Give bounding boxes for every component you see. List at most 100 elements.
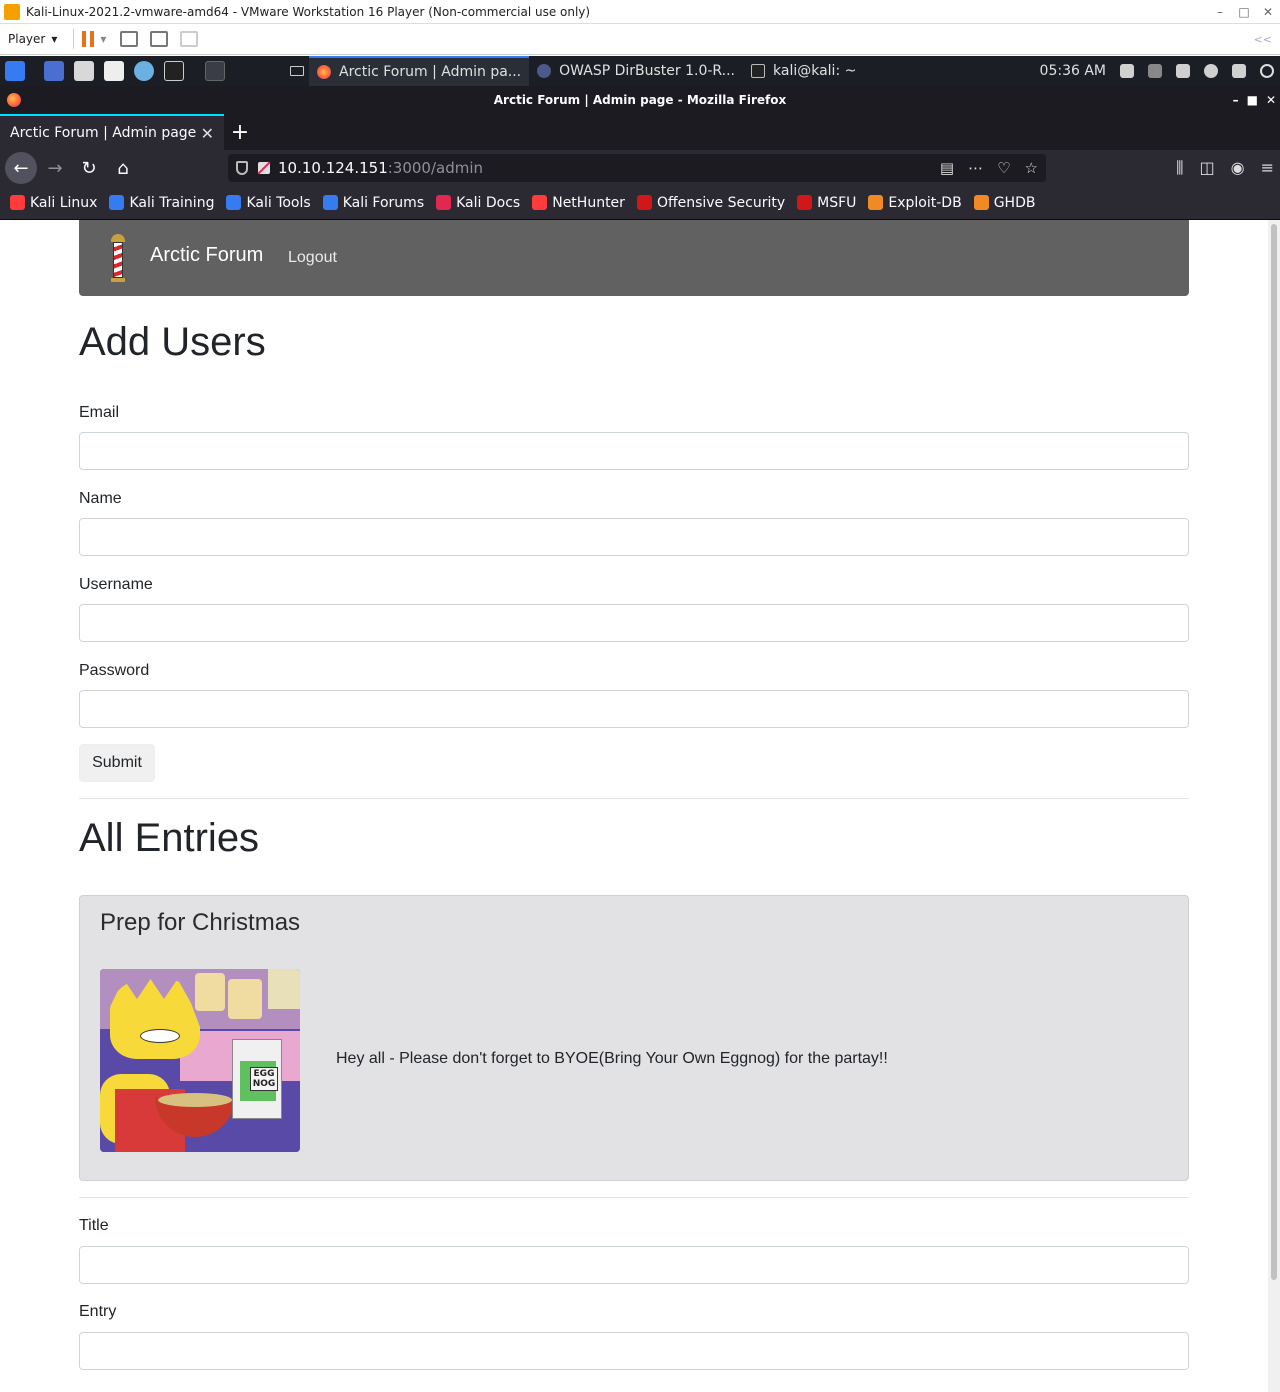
power-icon[interactable] [1204,64,1218,78]
bookmark-kali-forums[interactable]: Kali Forums [322,195,424,211]
refresh-icon[interactable] [1260,64,1274,78]
minimize-icon[interactable]: – [1233,93,1239,107]
reload-button[interactable]: ↻ [73,152,105,184]
pocket-icon[interactable]: ♡ [997,159,1010,177]
lock-icon[interactable] [1232,64,1246,78]
bookmark-nethunter[interactable]: NetHunter [532,195,625,211]
tab-strip: Arctic Forum | Admin page ✕ + [0,114,1280,150]
firefox-launcher-icon[interactable] [205,61,225,81]
task-terminal[interactable]: kali@kali: ~ [743,56,864,86]
url-host: 10.10.124.151 [278,159,388,177]
menu-icon[interactable]: ≡ [1261,158,1274,178]
page-scrollbar[interactable] [1268,220,1280,1392]
collapse-toolbar-icon[interactable]: << [1254,33,1272,46]
show-desktop-icon[interactable] [44,61,64,81]
clock[interactable]: 05:36 AM [1040,63,1106,79]
new-tab-button[interactable]: + [224,114,256,150]
page-actions-icon[interactable]: ⋯ [968,159,983,177]
sidebar-icon[interactable]: ◫ [1200,158,1215,178]
dirbuster-icon [537,64,552,78]
entry-card: Prep for Christmas EGG NOG Hey all - Ple… [79,895,1189,1181]
tracking-protection-icon[interactable] [236,161,248,175]
divider [79,1197,1189,1198]
site-brand[interactable]: Arctic Forum [150,244,263,267]
title-field[interactable] [79,1246,1189,1284]
player-menu-label: Player [8,32,46,46]
unity-icon[interactable] [180,31,199,47]
bookmark-favicon-icon [868,195,884,210]
library-icon[interactable]: ⫼ [1176,158,1183,178]
bookmark-msfu[interactable]: MSFU [797,195,856,211]
bookmark-label: Kali Linux [30,194,98,211]
text-editor-icon[interactable] [104,61,124,81]
bookmark-favicon-icon [10,195,25,210]
logout-link[interactable]: Logout [288,249,337,267]
workspace-icon[interactable] [290,66,304,76]
bookmark-label: MSFU [817,194,857,211]
maximize-icon[interactable]: ■ [1247,93,1258,107]
display-icon[interactable] [1120,64,1134,78]
pause-icon[interactable] [82,31,95,47]
entry-field[interactable] [79,1332,1189,1370]
entry-title: Prep for Christmas [100,909,301,936]
bookmark-favicon-icon [636,195,652,210]
bookmark-label: GHDB [993,194,1036,211]
email-label: Email [79,404,120,421]
close-icon[interactable]: ✕ [1266,93,1276,107]
insecure-lock-icon[interactable] [258,162,270,174]
tab-close-icon[interactable]: ✕ [201,124,214,143]
bookmark-kali-training[interactable]: Kali Training [109,195,214,211]
task-firefox[interactable]: Arctic Forum | Admin pa... [309,56,530,86]
all-entries-heading: All Entries [79,816,260,860]
bookmark-exploit-db[interactable]: Exploit-DB [868,194,962,211]
file-manager-icon[interactable] [74,61,94,81]
pause-dropdown-icon[interactable]: ▾ [100,32,106,46]
title-label: Title [79,1217,109,1234]
bookmark-favicon-icon [973,195,989,210]
home-button[interactable]: ⌂ [107,152,139,184]
fullscreen-icon[interactable] [150,31,169,47]
terminal-launcher-icon[interactable] [164,61,184,81]
bookmark-label: Kali Training [129,194,215,211]
scrollbar-thumb[interactable] [1271,224,1277,1280]
bookmark-kali-docs[interactable]: Kali Docs [436,195,520,211]
reader-view-icon[interactable]: ▤ [940,159,954,177]
minimize-button[interactable]: – [1208,5,1232,19]
close-button[interactable]: ✕ [1256,5,1280,19]
bookmark-kali-tools[interactable]: Kali Tools [226,195,311,211]
task-label: Arctic Forum | Admin pa... [339,64,522,80]
browser-icon[interactable] [134,61,154,81]
firefox-icon [317,65,331,79]
submit-button[interactable]: Submit [79,744,155,782]
name-field[interactable] [79,518,1189,556]
bookmark-ghdb[interactable]: GHDB [973,194,1036,211]
email-field[interactable] [79,432,1189,470]
username-label: Username [79,576,153,593]
task-label: kali@kali: ~ [773,63,857,79]
back-button[interactable]: ← [5,152,37,184]
send-ctrl-alt-del-icon[interactable] [120,31,139,47]
bookmark-kali-linux[interactable]: Kali Linux [10,195,97,211]
bookmark-favicon-icon [109,195,125,210]
bookmark-star-icon[interactable]: ☆ [1025,159,1038,177]
url-bar[interactable]: 10.10.124.151:3000/admin ▤ ⋯ ♡ ☆ [228,154,1046,182]
barber-pole-logo-icon[interactable] [111,234,125,282]
kali-menu-icon[interactable] [5,61,25,81]
bookmark-label: NetHunter [552,194,625,211]
bookmark-label: Exploit-DB [888,194,962,211]
password-field[interactable] [79,690,1189,728]
bookmark-favicon-icon [322,195,338,210]
tab-admin-page[interactable]: Arctic Forum | Admin page ✕ [0,114,224,150]
task-dirbuster[interactable]: OWASP DirBuster 1.0-R... [529,56,743,86]
notifications-icon[interactable] [1176,64,1190,78]
volume-icon[interactable] [1148,64,1162,78]
bookmark-offensive-security[interactable]: Offensive Security [636,195,785,211]
name-label: Name [79,490,122,507]
bookmark-favicon-icon [797,195,813,210]
account-icon[interactable]: ◉ [1231,158,1245,178]
maximize-button[interactable]: □ [1232,5,1256,19]
username-field[interactable] [79,604,1189,642]
vmware-window-controls: – □ ✕ [1208,5,1280,19]
player-menu[interactable]: Player ▾ [0,32,65,46]
forward-button[interactable]: → [39,152,71,184]
